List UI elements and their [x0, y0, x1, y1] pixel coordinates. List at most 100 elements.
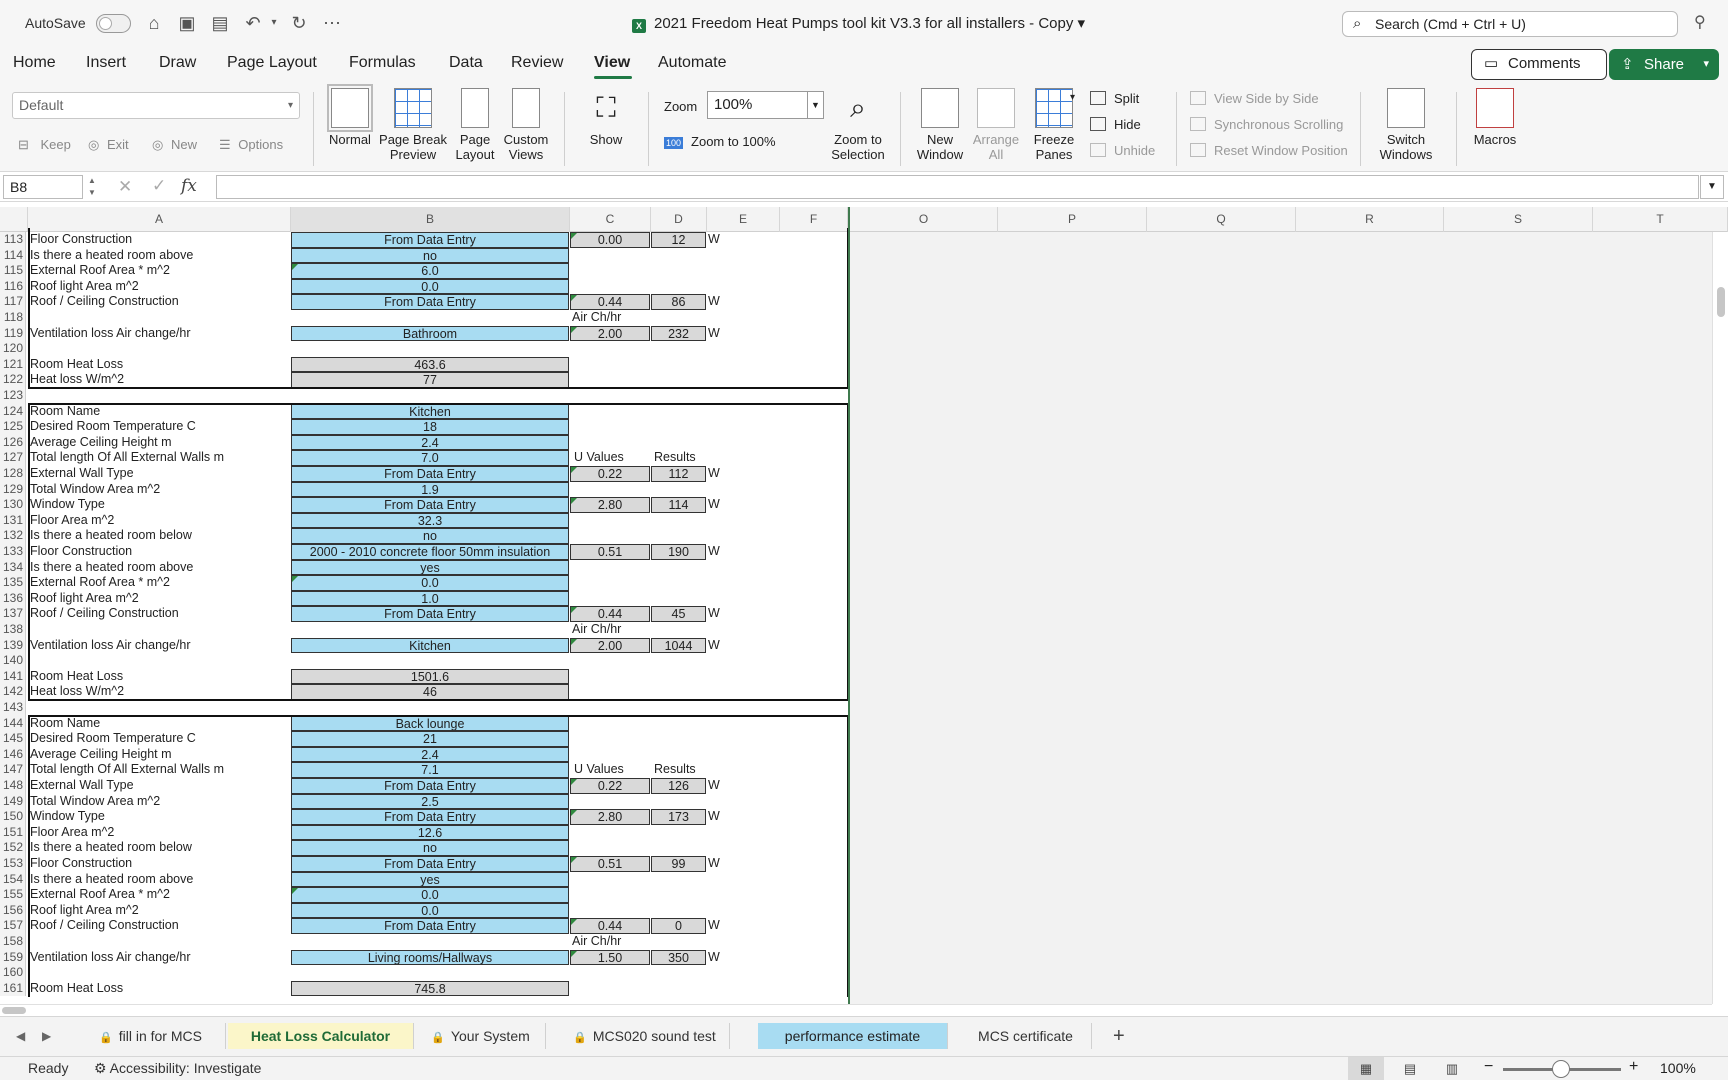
- freeze-pane-divider[interactable]: [848, 207, 850, 1004]
- row-header[interactable]: 130: [0, 497, 26, 513]
- column-header-r[interactable]: R: [1296, 207, 1444, 232]
- row-header[interactable]: 129: [0, 481, 26, 498]
- next-sheet-icon[interactable]: ▶: [42, 1029, 51, 1043]
- page-break-preview-button[interactable]: Page Break Preview: [378, 88, 448, 162]
- expand-formula-icon[interactable]: ▼: [1700, 175, 1724, 199]
- row-header[interactable]: 137: [0, 606, 26, 622]
- page-break-status-icon[interactable]: ▥: [1434, 1057, 1470, 1080]
- tab-draw[interactable]: Draw: [159, 54, 196, 72]
- new-window-button[interactable]: New Window: [914, 88, 966, 162]
- zoom-to-100-button[interactable]: 100 Zoom to 100%: [664, 134, 776, 149]
- row-header[interactable]: 136: [0, 590, 26, 607]
- status-zoom-level[interactable]: 100%: [1660, 1060, 1696, 1076]
- save-as-icon[interactable]: ▤: [208, 11, 232, 35]
- page-layout-status-icon[interactable]: ▤: [1392, 1057, 1428, 1080]
- row-header[interactable]: 128: [0, 466, 26, 482]
- tab-insert[interactable]: Insert: [86, 54, 126, 72]
- comments-button[interactable]: ▭ Comments: [1471, 49, 1607, 80]
- row-header[interactable]: 138: [0, 622, 26, 638]
- row-header[interactable]: 148: [0, 778, 26, 794]
- sheet-tab-mcs-certificate[interactable]: MCS certificate: [960, 1023, 1092, 1049]
- accessibility-status[interactable]: ⚙ Accessibility: Investigate: [94, 1060, 261, 1077]
- row-header[interactable]: 113: [0, 232, 26, 248]
- row-header[interactable]: 149: [0, 793, 26, 810]
- row-header[interactable]: 115: [0, 263, 26, 279]
- sheet-tab-your-system[interactable]: 🔒 Your System: [416, 1023, 546, 1049]
- arrange-all-button[interactable]: Arrange All: [970, 88, 1022, 162]
- row-header[interactable]: 133: [0, 544, 26, 560]
- name-box-spinner[interactable]: ▲ ▼: [84, 175, 100, 199]
- row-header[interactable]: 146: [0, 746, 26, 763]
- zoom-in-icon[interactable]: +: [1629, 1058, 1638, 1076]
- row-header[interactable]: 145: [0, 731, 26, 747]
- column-header-q[interactable]: Q: [1147, 207, 1296, 232]
- row-header[interactable]: 124: [0, 403, 26, 420]
- tab-review[interactable]: Review: [511, 54, 563, 72]
- select-all-corner[interactable]: [0, 207, 28, 232]
- row-header[interactable]: 118: [0, 310, 26, 326]
- redo-icon[interactable]: ↻: [287, 11, 311, 35]
- row-header[interactable]: 155: [0, 887, 26, 903]
- tab-view[interactable]: View: [594, 54, 630, 72]
- synchronous-scrolling-button[interactable]: Synchronous Scrolling: [1190, 117, 1343, 132]
- row-header[interactable]: 117: [0, 294, 26, 310]
- row-header[interactable]: 131: [0, 512, 26, 529]
- unhide-button[interactable]: Unhide: [1090, 143, 1155, 158]
- vertical-scroll-thumb[interactable]: [1717, 287, 1725, 317]
- row-header[interactable]: 126: [0, 434, 26, 451]
- row-header[interactable]: 119: [0, 325, 26, 342]
- row-header[interactable]: 152: [0, 840, 26, 856]
- sheet-view-select[interactable]: Default ▾: [12, 92, 300, 119]
- normal-view-button[interactable]: Normal: [326, 84, 374, 147]
- row-header[interactable]: 142: [0, 684, 26, 700]
- row-header[interactable]: 153: [0, 856, 26, 872]
- search-input[interactable]: ⌕ Search (Cmd + Ctrl + U): [1342, 11, 1678, 37]
- undo-dropdown-icon[interactable]: ▾: [262, 11, 286, 35]
- row-header[interactable]: 114: [0, 247, 26, 264]
- row-header[interactable]: 161: [0, 980, 26, 997]
- sheet-tab-performance-estimate[interactable]: performance estimate: [758, 1023, 948, 1049]
- zoom-input[interactable]: 100% ▼: [707, 91, 824, 119]
- horizontal-scroll-thumb[interactable]: [2, 1007, 26, 1014]
- zoom-slider-knob[interactable]: [1552, 1060, 1570, 1078]
- formula-input[interactable]: [216, 175, 1699, 199]
- row-header[interactable]: 159: [0, 949, 26, 966]
- tab-data[interactable]: Data: [449, 54, 483, 72]
- row-header[interactable]: 150: [0, 809, 26, 825]
- tab-formulas[interactable]: Formulas: [349, 54, 416, 72]
- row-header[interactable]: 160: [0, 965, 26, 981]
- row-header[interactable]: 157: [0, 918, 26, 934]
- custom-views-button[interactable]: Custom Views: [502, 88, 550, 162]
- row-header[interactable]: 127: [0, 450, 26, 466]
- more-icon[interactable]: ⋯: [320, 11, 344, 35]
- row-header[interactable]: 140: [0, 653, 26, 669]
- new-view-button[interactable]: ◎ New: [152, 137, 197, 153]
- row-header[interactable]: 139: [0, 637, 26, 654]
- row-header[interactable]: 154: [0, 871, 26, 888]
- tab-page-layout[interactable]: Page Layout: [227, 54, 317, 72]
- name-box[interactable]: B8: [3, 175, 83, 199]
- function-icon[interactable]: fx: [181, 176, 197, 196]
- row-header[interactable]: 151: [0, 824, 26, 841]
- chevron-down-icon[interactable]: ▾: [1070, 92, 1075, 103]
- options-button[interactable]: ☰ Options: [219, 137, 283, 153]
- switch-windows-button[interactable]: Switch Windows: [1372, 88, 1440, 162]
- row-header[interactable]: 132: [0, 528, 26, 544]
- row-header[interactable]: 116: [0, 278, 26, 295]
- row-header[interactable]: 123: [0, 388, 26, 404]
- horizontal-scrollbar[interactable]: [0, 1004, 1712, 1016]
- sheet-tab-mcs020-sound-test[interactable]: 🔒 MCS020 sound test: [560, 1023, 730, 1049]
- row-header[interactable]: 125: [0, 419, 26, 435]
- show-button[interactable]: ⛶ Show: [578, 88, 634, 147]
- share-person-icon[interactable]: ⚲: [1694, 12, 1706, 32]
- row-header[interactable]: 120: [0, 341, 26, 357]
- normal-view-status-icon[interactable]: ▦: [1348, 1057, 1384, 1080]
- sheet-tab-heat-loss-calculator[interactable]: Heat Loss Calculator: [228, 1023, 414, 1049]
- check-icon[interactable]: ✓: [152, 176, 166, 196]
- add-sheet-icon[interactable]: +: [1113, 1025, 1125, 1048]
- zoom-to-selection-button[interactable]: ⌕ Zoom to Selection: [830, 88, 886, 162]
- tab-automate[interactable]: Automate: [658, 54, 726, 72]
- reset-window-position-button[interactable]: Reset Window Position: [1190, 143, 1348, 158]
- autosave-toggle[interactable]: [96, 14, 131, 33]
- macros-button[interactable]: Macros: [1466, 88, 1524, 147]
